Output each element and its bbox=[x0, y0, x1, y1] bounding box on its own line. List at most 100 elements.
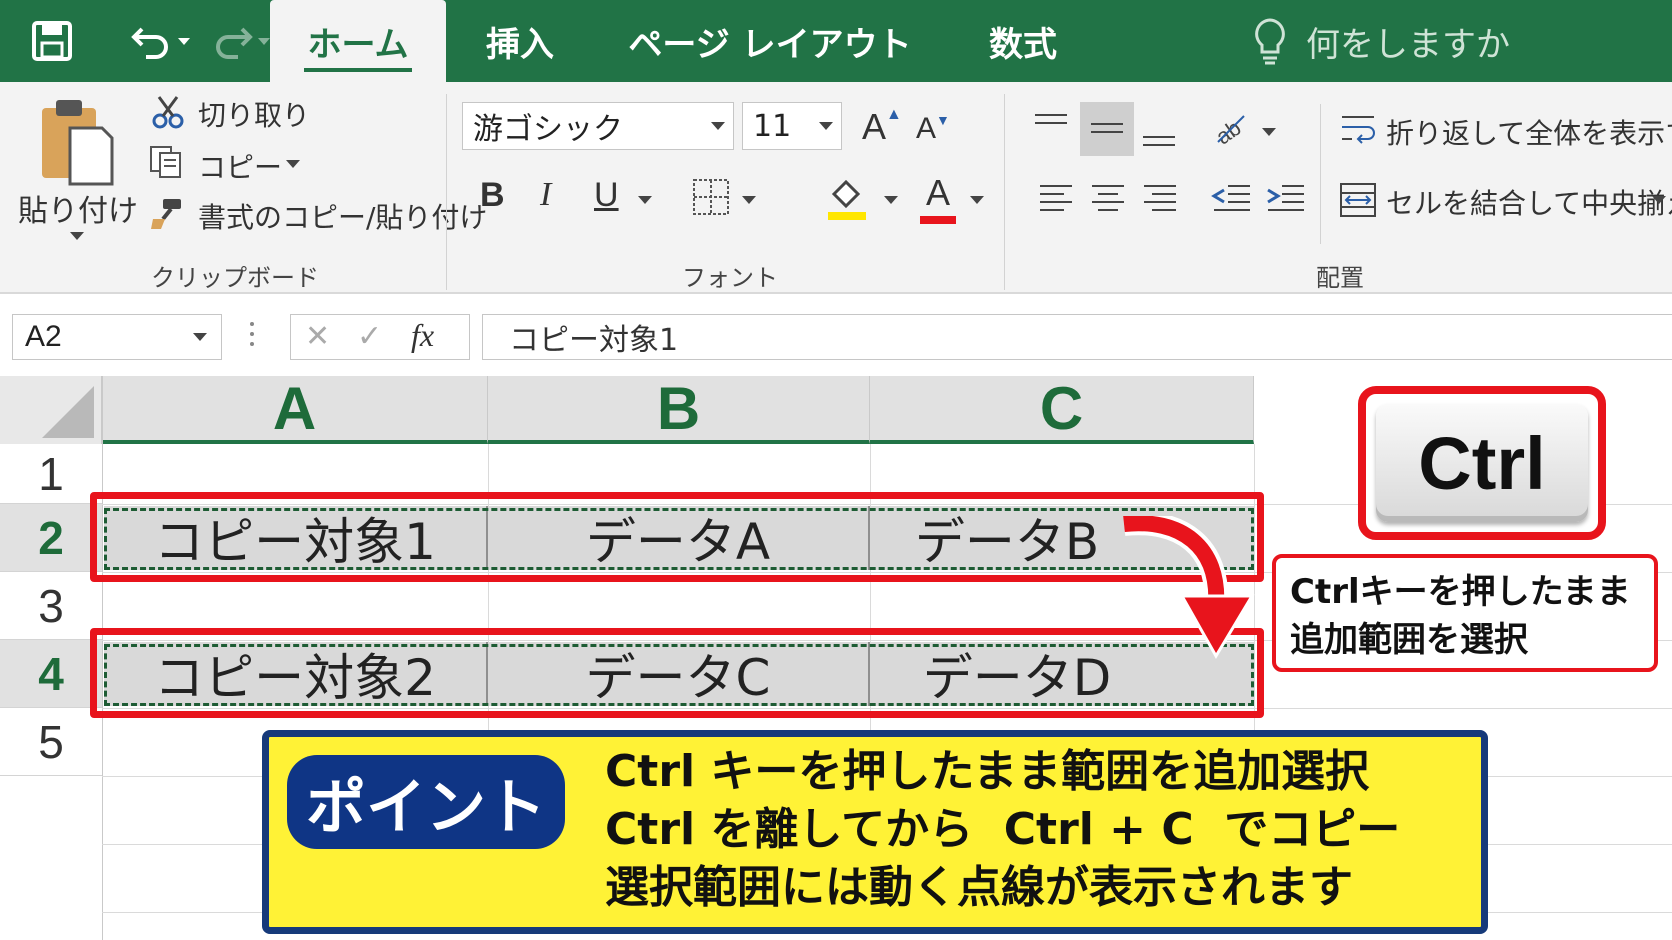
scissors-icon[interactable] bbox=[150, 94, 186, 130]
format-painter-icon[interactable] bbox=[148, 196, 184, 232]
column-header-b[interactable]: B bbox=[488, 374, 870, 444]
name-box[interactable]: A2 bbox=[12, 314, 222, 360]
copy-dropdown-icon[interactable] bbox=[286, 160, 300, 168]
redo-icon[interactable] bbox=[210, 19, 254, 63]
point-text: Ctrl キーを押したまま範囲を追加選択 Ctrl を離してから Ctrl + … bbox=[605, 743, 1400, 917]
undo-dropdown-icon[interactable] bbox=[178, 37, 190, 45]
borders-icon[interactable] bbox=[690, 176, 732, 218]
row-header-3[interactable]: 3 bbox=[0, 572, 102, 640]
decrease-indent-icon[interactable] bbox=[1210, 178, 1254, 218]
align-middle-icon[interactable] bbox=[1080, 102, 1134, 156]
format-painter-button[interactable]: 書式のコピー/貼り付け bbox=[198, 196, 487, 236]
formula-value: コピー対象1 bbox=[509, 323, 679, 358]
paste-button[interactable]: 貼り付け bbox=[18, 186, 138, 230]
callout-line: 追加範囲を選択 bbox=[1290, 620, 1528, 660]
italic-button[interactable]: I bbox=[540, 176, 551, 214]
tab-home[interactable]: ホーム bbox=[270, 0, 446, 82]
wrap-text-icon[interactable] bbox=[1338, 110, 1378, 150]
row-header-label: 4 bbox=[38, 647, 64, 700]
highlight-box-row4 bbox=[90, 628, 1264, 718]
undo-icon[interactable] bbox=[130, 19, 174, 63]
underline-dropdown-icon[interactable] bbox=[638, 196, 652, 204]
font-name-select[interactable]: 游ゴシック bbox=[462, 102, 734, 150]
grow-font-glyph: A bbox=[862, 106, 887, 147]
merge-center-button[interactable]: セルを結合して中央揃え bbox=[1386, 182, 1672, 222]
align-right-icon[interactable] bbox=[1140, 178, 1180, 218]
column-header-label: A bbox=[272, 374, 317, 442]
paste-icon[interactable] bbox=[36, 98, 116, 188]
shrink-arrow-icon: ▼ bbox=[936, 112, 950, 128]
align-center-icon[interactable] bbox=[1088, 178, 1128, 218]
point-line: Ctrl キーを押したまま範囲を追加選択 bbox=[605, 746, 1370, 797]
shrink-font-button[interactable]: A▼ bbox=[916, 112, 950, 146]
orientation-icon[interactable]: ab bbox=[1210, 108, 1254, 148]
tab-page-layout-label: ページ レイアウト bbox=[628, 24, 912, 65]
title-bar: ホーム 挿入 ページ レイアウト 数式 何をしますか bbox=[0, 0, 1672, 82]
copy-button[interactable]: コピー bbox=[198, 146, 282, 186]
fill-color-icon[interactable] bbox=[826, 176, 868, 222]
select-all-corner[interactable] bbox=[0, 376, 102, 444]
row-header-label: 2 bbox=[38, 511, 64, 564]
bold-button[interactable]: B bbox=[480, 176, 505, 215]
row-header-4[interactable]: 4 bbox=[0, 640, 102, 708]
increase-indent-icon[interactable] bbox=[1264, 178, 1308, 218]
grow-font-button[interactable]: A▲ bbox=[862, 106, 902, 148]
tell-me-text: 何をしますか bbox=[1306, 24, 1510, 65]
underline-button[interactable]: U bbox=[594, 176, 619, 215]
column-header-label: B bbox=[656, 374, 701, 442]
row-header-2[interactable]: 2 bbox=[0, 504, 102, 572]
align-top-icon[interactable] bbox=[1030, 108, 1072, 144]
row-header-label: 3 bbox=[38, 579, 64, 632]
orientation-dropdown-icon[interactable] bbox=[1262, 128, 1276, 136]
column-header-c[interactable]: C bbox=[870, 374, 1254, 444]
row-header-5[interactable]: 5 bbox=[0, 708, 102, 776]
merge-dropdown-icon[interactable] bbox=[1652, 196, 1666, 204]
font-color-dropdown-icon[interactable] bbox=[970, 196, 984, 204]
tell-me-box[interactable]: 何をしますか bbox=[1250, 0, 1510, 82]
redo-dropdown-icon[interactable] bbox=[258, 37, 270, 45]
font-size-value: 11 bbox=[753, 108, 792, 144]
paste-dropdown-icon[interactable] bbox=[70, 232, 84, 240]
ctrl-key-label: Ctrl bbox=[1418, 421, 1546, 505]
ctrl-key-illustration: Ctrl bbox=[1358, 386, 1606, 540]
align-left-icon[interactable] bbox=[1036, 178, 1076, 218]
font-name-value: 游ゴシック bbox=[473, 112, 623, 147]
insert-function-icon[interactable]: fx bbox=[411, 317, 434, 354]
ribbon: 貼り付け 切り取り コピー 書式のコピー/貼り付け クリップボード 游ゴシック … bbox=[0, 82, 1672, 294]
highlight-box-row2 bbox=[90, 492, 1264, 582]
point-line: Ctrl を離してから Ctrl + C でコピー bbox=[605, 804, 1401, 855]
enter-icon[interactable]: ✓ bbox=[357, 319, 382, 354]
save-icon[interactable] bbox=[30, 19, 74, 63]
cut-button[interactable]: 切り取り bbox=[198, 94, 310, 134]
fill-color-dropdown-icon[interactable] bbox=[884, 196, 898, 204]
chevron-down-icon bbox=[193, 333, 207, 341]
wrap-text-button[interactable]: 折り返して全体を表示する bbox=[1386, 112, 1672, 152]
font-size-select[interactable]: 11 bbox=[742, 102, 842, 150]
borders-dropdown-icon[interactable] bbox=[742, 196, 756, 204]
quick-access-toolbar bbox=[30, 14, 270, 68]
font-color-glyph: A bbox=[925, 172, 950, 213]
row-header-label: 5 bbox=[38, 715, 64, 768]
align-bottom-icon[interactable] bbox=[1138, 116, 1180, 152]
formula-input[interactable]: コピー対象1 bbox=[482, 314, 1672, 360]
tab-formulas[interactable]: 数式 bbox=[968, 0, 1078, 82]
more-options-icon[interactable] bbox=[250, 322, 256, 352]
column-header-a[interactable]: A bbox=[102, 374, 488, 444]
tab-insert[interactable]: 挿入 bbox=[470, 0, 570, 82]
merge-center-icon[interactable] bbox=[1338, 180, 1378, 220]
row-header-empty bbox=[0, 776, 102, 940]
ctrl-keycap: Ctrl bbox=[1376, 404, 1588, 522]
point-box: ポイント Ctrl キーを押したまま範囲を追加選択 Ctrl を離してから Ct… bbox=[262, 730, 1488, 934]
row-header-label: 1 bbox=[38, 447, 64, 500]
curved-arrow-icon bbox=[1123, 516, 1255, 659]
font-color-button[interactable]: A bbox=[918, 172, 958, 226]
cancel-icon[interactable]: ✕ bbox=[305, 319, 330, 354]
column-header-label: C bbox=[1039, 374, 1084, 442]
tab-formulas-label: 数式 bbox=[989, 24, 1057, 65]
row-header-1[interactable]: 1 bbox=[0, 444, 102, 504]
fill-color-swatch bbox=[828, 212, 866, 220]
chevron-down-icon bbox=[711, 122, 725, 130]
copy-icon[interactable] bbox=[148, 144, 184, 180]
tab-page-layout[interactable]: ページ レイアウト bbox=[620, 0, 920, 82]
group-separator bbox=[1320, 104, 1321, 244]
